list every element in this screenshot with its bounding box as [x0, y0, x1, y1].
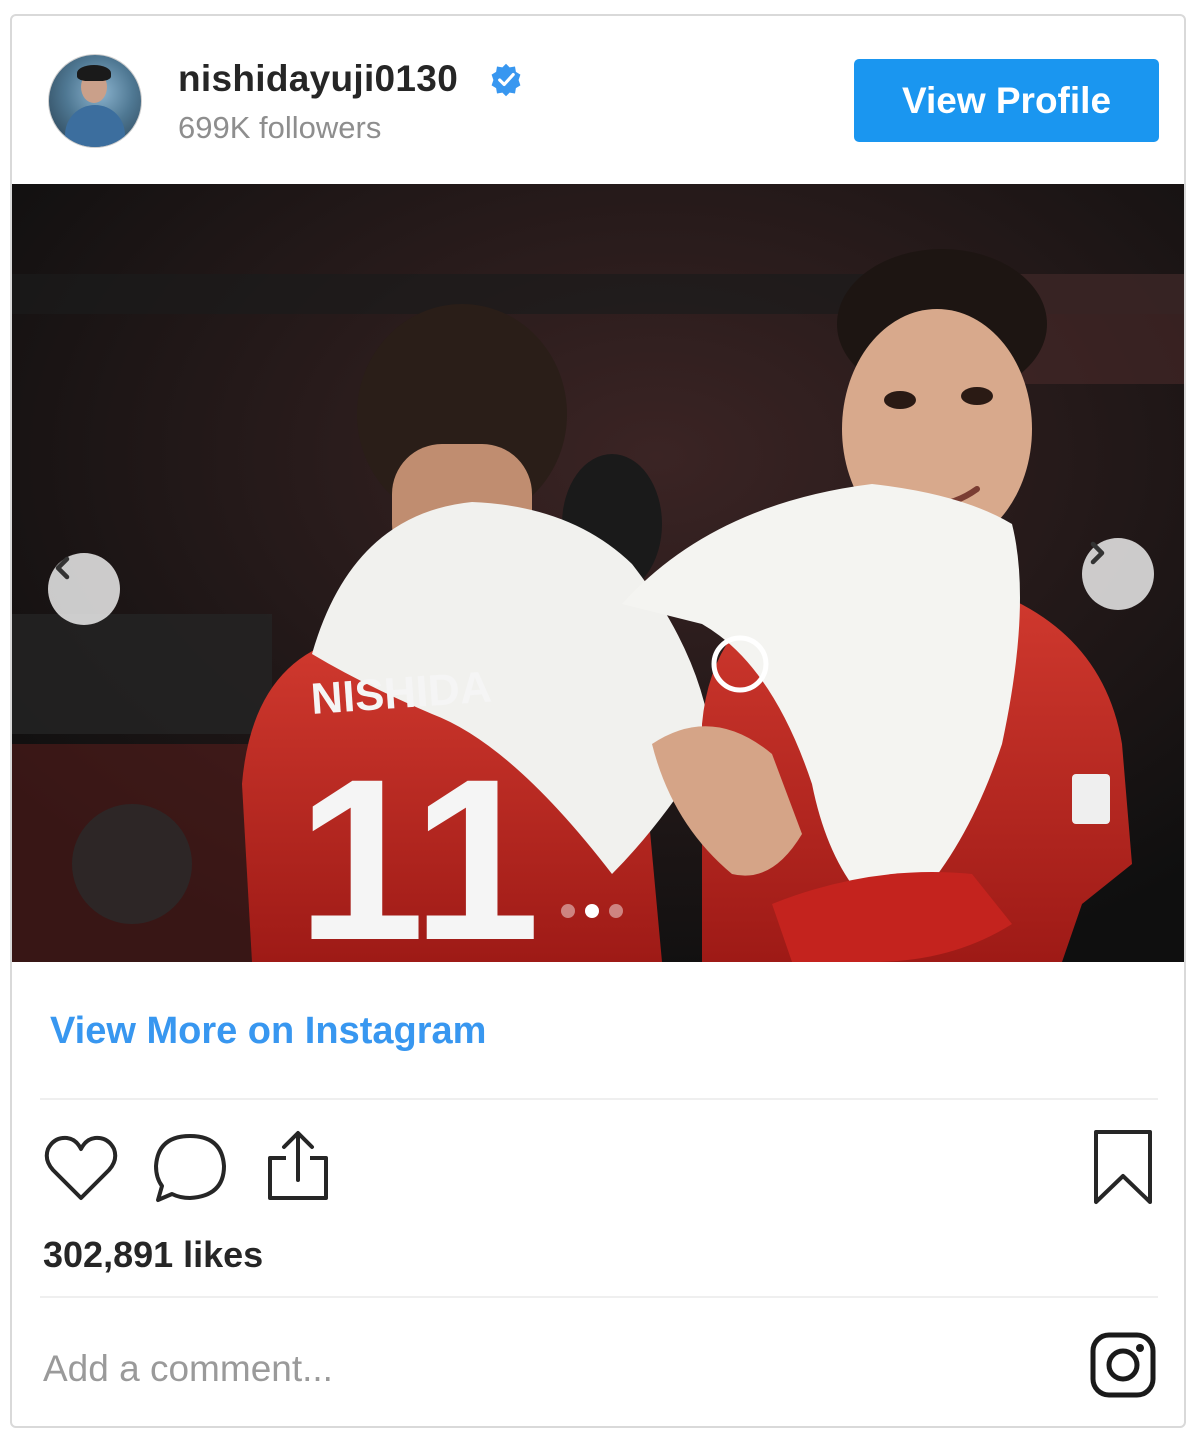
- verified-badge-icon: [491, 63, 521, 97]
- bookmark-icon[interactable]: [1090, 1128, 1156, 1208]
- carousel-dot[interactable]: [609, 904, 623, 918]
- carousel-indicator: [561, 904, 623, 918]
- divider: [40, 1296, 1158, 1298]
- comment-bubble-icon[interactable]: [150, 1130, 230, 1206]
- carousel-dot-active[interactable]: [585, 904, 599, 918]
- instagram-logo-icon[interactable]: [1090, 1332, 1156, 1398]
- carousel-prev-button[interactable]: [48, 553, 120, 625]
- action-bar: [12, 1126, 1184, 1206]
- avatar-hair-shape: [77, 65, 111, 81]
- avatar[interactable]: [48, 54, 142, 148]
- share-icon[interactable]: [262, 1128, 334, 1204]
- view-profile-button[interactable]: View Profile: [854, 59, 1159, 142]
- heart-icon[interactable]: [42, 1132, 120, 1204]
- view-more-link[interactable]: View More on Instagram: [50, 1010, 486, 1053]
- post-photo[interactable]: NISHIDA 11: [12, 184, 1184, 962]
- likes-count: 302,891 likes: [43, 1234, 264, 1275]
- followers-count: 699K followers: [178, 110, 382, 145]
- carousel-next-button[interactable]: [1082, 538, 1154, 610]
- chevron-left-icon: [55, 556, 70, 580]
- instagram-embed-card: nishidayuji0130 699K followers View Prof…: [10, 14, 1186, 1428]
- comment-input[interactable]: [43, 1334, 1003, 1404]
- chevron-right-icon: [1090, 541, 1105, 565]
- post-header: nishidayuji0130 699K followers View Prof…: [12, 16, 1184, 184]
- jersey-number-text: 11: [297, 731, 540, 962]
- divider: [40, 1098, 1158, 1100]
- carousel-dot[interactable]: [561, 904, 575, 918]
- username[interactable]: nishidayuji0130: [178, 58, 458, 100]
- avatar-body-shape: [65, 105, 125, 147]
- photo-scene: NISHIDA 11: [12, 184, 1184, 962]
